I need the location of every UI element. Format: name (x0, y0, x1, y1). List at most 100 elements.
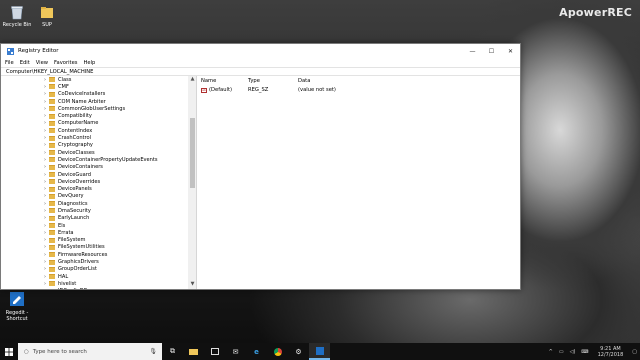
tree-item[interactable]: › CrashControl (1, 134, 196, 141)
chevron-right-icon[interactable]: › (42, 201, 48, 207)
chevron-right-icon[interactable]: › (42, 223, 48, 229)
file-explorer-icon[interactable] (183, 343, 204, 360)
desktop-icon-recycle-bin[interactable]: Recycle Bin (0, 4, 34, 28)
chevron-right-icon[interactable]: › (42, 186, 48, 192)
chevron-right-icon[interactable]: › (42, 244, 48, 250)
menu-favorites[interactable]: Favorites (54, 60, 77, 66)
chevron-right-icon[interactable]: › (42, 208, 48, 214)
tree-item[interactable]: › FileSystem (1, 237, 196, 244)
scroll-up-arrow-icon[interactable]: ▲ (188, 76, 196, 84)
tree-item[interactable]: › DevQuery (1, 193, 196, 200)
store-icon[interactable] (204, 343, 225, 360)
scroll-thumb[interactable] (190, 118, 195, 188)
chevron-right-icon[interactable]: › (42, 135, 48, 141)
chevron-right-icon[interactable]: › (42, 288, 48, 289)
tree-item[interactable]: › EarlyLaunch (1, 215, 196, 222)
start-button[interactable] (0, 343, 18, 360)
volume-icon[interactable]: ◁) (570, 349, 576, 355)
column-header-data[interactable]: Data (298, 78, 310, 84)
chevron-right-icon[interactable]: › (42, 164, 48, 170)
tree-item[interactable]: › CoDeviceInstallers (1, 91, 196, 98)
language-icon[interactable]: ⌨ (581, 349, 588, 355)
tree-item[interactable]: › Cryptography (1, 142, 196, 149)
menu-file[interactable]: File (5, 60, 14, 66)
chevron-right-icon[interactable]: › (42, 179, 48, 185)
title-bar[interactable]: Registry Editor — ☐ ✕ (1, 44, 520, 58)
desktop-icon-regedit-shortcut[interactable]: Regedit - Shortcut (0, 292, 34, 322)
chevron-right-icon[interactable]: › (42, 91, 48, 97)
chevron-right-icon[interactable]: › (42, 150, 48, 156)
tree-item[interactable]: › Diagnostics (1, 200, 196, 207)
tree-item[interactable]: › DeviceGuard (1, 171, 196, 178)
desktop-icon-sup[interactable]: SUP (30, 4, 64, 28)
scroll-down-arrow-icon[interactable]: ▼ (188, 281, 196, 289)
chevron-right-icon[interactable]: › (42, 106, 48, 112)
chevron-right-icon[interactable]: › (42, 193, 48, 199)
chevron-right-icon[interactable]: › (42, 230, 48, 236)
settings-gear-icon[interactable]: ⚙ (288, 343, 309, 360)
tree-item[interactable]: › HAL (1, 273, 196, 280)
value-row[interactable]: ab (Default) REG_SZ (value not set) (198, 85, 520, 94)
tree-item[interactable]: › DevicePanels (1, 185, 196, 192)
chevron-right-icon[interactable]: › (42, 215, 48, 221)
notifications-icon[interactable]: ▢ (632, 349, 637, 355)
tree-item[interactable]: › Errata (1, 229, 196, 236)
tree-item[interactable]: › COM Name Arbiter (1, 98, 196, 105)
menu-help[interactable]: Help (83, 60, 95, 66)
clock[interactable]: 9:21 AM 12/7/2018 (598, 346, 624, 358)
tree-item[interactable]: › Compatibility (1, 112, 196, 119)
menu-view[interactable]: View (36, 60, 48, 66)
tree-item[interactable]: › ComputerName (1, 120, 196, 127)
chevron-right-icon[interactable]: › (42, 120, 48, 126)
tray-chevron-icon[interactable]: ^ (549, 349, 553, 355)
mail-icon[interactable]: ✉ (225, 343, 246, 360)
minimize-button[interactable]: — (463, 44, 482, 58)
tree-item[interactable]: › CMF (1, 83, 196, 90)
tree-item[interactable]: › GraphicsDrivers (1, 258, 196, 265)
chevron-right-icon[interactable]: › (42, 84, 48, 90)
chevron-right-icon[interactable]: › (42, 99, 48, 105)
microphone-icon[interactable]: 🎙 (149, 348, 157, 355)
chrome-icon[interactable] (267, 343, 288, 360)
close-button[interactable]: ✕ (501, 44, 520, 58)
chevron-right-icon[interactable]: › (42, 128, 48, 134)
tree-item[interactable]: › DeviceContainers (1, 164, 196, 171)
tree-item[interactable]: › DmaSecurity (1, 207, 196, 214)
tree-item[interactable]: › DeviceClasses (1, 149, 196, 156)
menu-edit[interactable]: Edit (20, 60, 30, 66)
chevron-right-icon[interactable]: › (42, 252, 48, 258)
edge-icon[interactable]: e (246, 343, 267, 360)
chevron-right-icon[interactable]: › (42, 113, 48, 119)
chevron-right-icon[interactable]: › (42, 281, 48, 287)
tree-scrollbar[interactable]: ▲ ▼ (188, 76, 196, 289)
tree-item[interactable]: › IDConfigDB (1, 288, 196, 289)
chevron-right-icon[interactable]: › (42, 157, 48, 163)
task-view-icon[interactable]: ⧉ (162, 343, 183, 360)
chevron-right-icon[interactable]: › (42, 259, 48, 265)
folder-icon (49, 164, 55, 170)
network-icon[interactable]: ▭ (559, 349, 564, 355)
tree-item[interactable]: › Class (1, 76, 196, 83)
tree-item[interactable]: › Els (1, 222, 196, 229)
chevron-right-icon[interactable]: › (42, 142, 48, 148)
taskbar-search-box[interactable]: ○ Type here to search 🎙 (18, 343, 162, 360)
tree-item[interactable]: › FirmwareResources (1, 251, 196, 258)
maximize-button[interactable]: ☐ (482, 44, 501, 58)
tree-item[interactable]: › FileSystemUtilities (1, 244, 196, 251)
chevron-right-icon[interactable]: › (42, 77, 48, 83)
tree-item[interactable]: › CommonGlobUserSettings (1, 105, 196, 112)
tree-item[interactable]: › GroupOrderList (1, 266, 196, 273)
tree-item[interactable]: › DeviceContainerPropertyUpdateEvents (1, 156, 196, 163)
tree-item[interactable]: › hivelist (1, 280, 196, 287)
column-header-type[interactable]: Type (248, 78, 298, 84)
tree-item-label: CoDeviceInstallers (58, 91, 106, 98)
address-bar[interactable]: Computer\HKEY_LOCAL_MACHINE (1, 67, 520, 76)
regedit-taskbar-icon[interactable] (309, 343, 330, 360)
tree-item[interactable]: › ContentIndex (1, 127, 196, 134)
chevron-right-icon[interactable]: › (42, 266, 48, 272)
tree-item[interactable]: › DeviceOverrides (1, 178, 196, 185)
chevron-right-icon[interactable]: › (42, 172, 48, 178)
chevron-right-icon[interactable]: › (42, 274, 48, 280)
column-header-name[interactable]: Name (198, 78, 248, 84)
chevron-right-icon[interactable]: › (42, 237, 48, 243)
